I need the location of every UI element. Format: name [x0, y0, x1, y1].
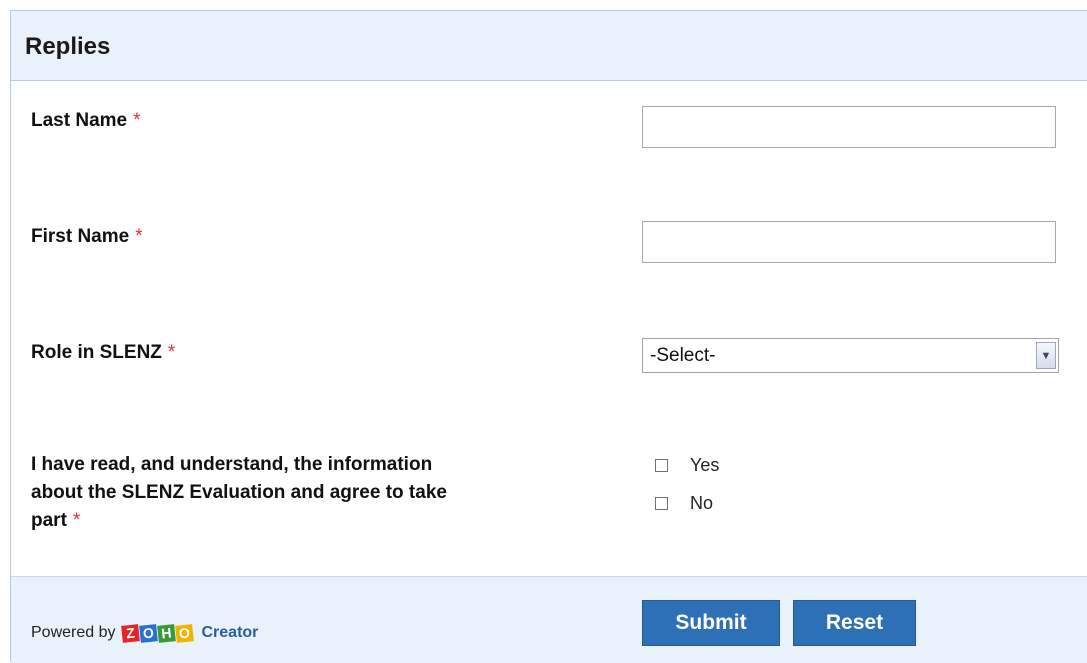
replies-form: Replies Last Name * First Name * Role in S…: [10, 10, 1087, 663]
yes-checkbox-label[interactable]: Yes: [690, 455, 719, 476]
chevron-down-icon[interactable]: ▼: [1036, 342, 1056, 369]
last-name-input[interactable]: [642, 106, 1056, 148]
consent-label-line: I have read, and understand, the informa…: [31, 454, 433, 475]
role-label-text: Role in SLENZ: [31, 342, 162, 363]
first-name-label: First Name *: [31, 223, 143, 251]
consent-label-line: part: [31, 510, 67, 531]
first-name-label-text: First Name: [31, 226, 130, 247]
consent-option-yes[interactable]: Yes: [655, 453, 719, 477]
last-name-label: Last Name *: [31, 107, 141, 135]
powered-by-text: Powered by: [31, 624, 116, 641]
required-marker: *: [133, 110, 141, 131]
zoho-logo[interactable]: Z O H O: [120, 623, 194, 643]
no-checkbox[interactable]: [655, 496, 668, 510]
form-title: Replies: [25, 33, 111, 60]
form-footer: Powered by Z O H O Creator Submit Reset: [11, 576, 1087, 663]
creator-text[interactable]: Creator: [202, 624, 259, 642]
required-marker: *: [72, 510, 81, 531]
form-header: Replies: [11, 11, 1087, 81]
last-name-label-text: Last Name: [31, 110, 128, 131]
powered-by: Powered by Z O H O Creator: [31, 623, 259, 643]
yes-checkbox[interactable]: [655, 458, 668, 472]
no-checkbox-label[interactable]: No: [690, 493, 713, 514]
zoho-logo-letter: Z: [120, 623, 140, 643]
zoho-logo-letter: O: [174, 623, 194, 643]
consent-label: I have read, and understand, the informa…: [31, 451, 447, 535]
consent-option-no[interactable]: No: [655, 491, 713, 515]
submit-button[interactable]: Submit: [642, 600, 780, 646]
required-marker: *: [135, 226, 143, 247]
zoho-logo-letter: H: [156, 623, 176, 643]
zoho-logo-letter: O: [138, 623, 158, 643]
reset-button[interactable]: Reset: [793, 600, 916, 646]
required-marker: *: [167, 342, 176, 363]
role-select[interactable]: -Select- ▼: [642, 338, 1059, 373]
first-name-input[interactable]: [642, 221, 1056, 263]
role-label: Role in SLENZ *: [31, 339, 175, 367]
consent-label-line: about the SLENZ Evaluation and agree to …: [31, 482, 447, 503]
role-select-value: -Select-: [650, 345, 716, 366]
